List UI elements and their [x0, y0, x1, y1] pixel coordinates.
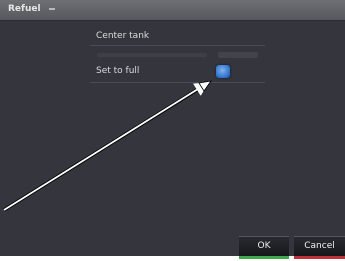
- blurred-setting-value: [218, 52, 258, 58]
- set-to-full-toggle[interactable]: [216, 65, 230, 78]
- ok-button[interactable]: OK: [239, 236, 289, 256]
- cancel-accent-bar: [294, 256, 345, 259]
- refuel-dialog: Refuel Center tank Set to full OK Cancel: [0, 0, 345, 256]
- ok-accent-bar: [239, 256, 289, 259]
- cancel-button[interactable]: Cancel: [294, 236, 345, 256]
- row-divider: [90, 82, 265, 83]
- screenshot: Refuel Center tank Set to full OK Cancel: [0, 0, 345, 261]
- tank-label: Center tank: [96, 31, 150, 41]
- set-to-full-label: Set to full: [96, 66, 140, 76]
- blurred-setting-label: [97, 53, 207, 57]
- set-to-full-row[interactable]: Set to full: [90, 63, 268, 81]
- window-title: Refuel: [8, 4, 41, 14]
- title-separator: [49, 8, 55, 10]
- tank-divider: [90, 45, 265, 46]
- title-bar: Refuel: [0, 0, 345, 21]
- blurred-setting-row: [97, 50, 267, 60]
